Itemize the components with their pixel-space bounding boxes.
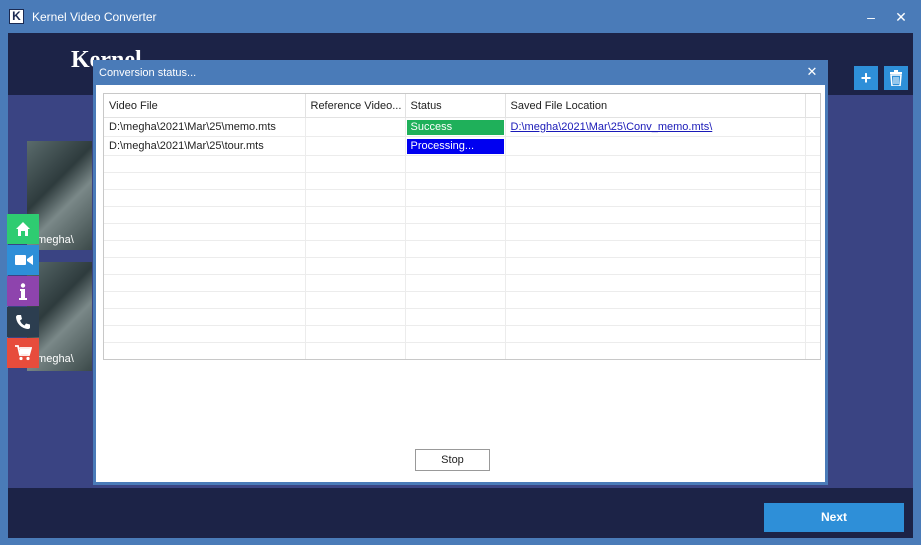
status-grid: Video File Reference Video... Status Sav… [103, 93, 821, 360]
column-header-filler [805, 94, 820, 118]
delete-file-button[interactable] [884, 66, 908, 90]
close-window-button[interactable]: ✕ [890, 6, 912, 28]
table-row[interactable]: D:\megha\2021\Mar\25\tour.mts Processing… [104, 136, 820, 156]
empty-row [104, 223, 820, 241]
empty-row [104, 360, 821, 361]
phone-icon [16, 315, 30, 329]
nav-home-button[interactable] [7, 214, 39, 244]
stop-button[interactable]: Stop [415, 449, 490, 471]
status-badge: Success [406, 119, 504, 135]
video-file-cell: D:\megha\2021\Mar\25\memo.mts [104, 117, 306, 137]
column-header[interactable]: Video File [104, 94, 306, 118]
side-nav [7, 214, 39, 369]
empty-row [104, 342, 820, 359]
nav-video-button[interactable] [7, 245, 39, 275]
footer-band: Next [8, 488, 913, 538]
nav-info-button[interactable] [7, 276, 39, 306]
video-file-cell: D:\megha\2021\Mar\25\tour.mts [104, 136, 306, 156]
status-badge: Processing... [406, 138, 504, 154]
app-window: K Kernel Video Converter – ✕ Kernel + D:… [0, 0, 921, 545]
saved-location-link[interactable]: D:\megha\2021\Mar\25\Conv_memo.mts\ [511, 121, 713, 133]
column-header[interactable]: Reference Video... [305, 94, 406, 118]
column-header[interactable]: Saved File Location [505, 94, 806, 118]
status-cell: Processing... [405, 136, 506, 156]
empty-row [104, 155, 820, 173]
dialog-close-button[interactable]: ✕ [804, 63, 820, 81]
status-cell: Success [405, 117, 506, 137]
minimize-button[interactable]: – [860, 6, 882, 28]
dialog-title: Conversion status... [99, 67, 197, 79]
nav-contact-button[interactable] [7, 307, 39, 337]
empty-row [104, 274, 820, 292]
empty-row [104, 172, 820, 190]
conversion-status-dialog: Conversion status... ✕ Video File Refere… [93, 60, 828, 485]
window-title: Kernel Video Converter [32, 10, 157, 24]
empty-row [104, 308, 820, 326]
filler-cell [805, 117, 820, 137]
filler-cell [805, 136, 820, 156]
reference-video-cell [305, 136, 406, 156]
video-camera-icon [15, 255, 33, 265]
saved-location-cell [505, 136, 806, 156]
empty-row [104, 257, 820, 275]
home-icon [16, 222, 30, 236]
table-row[interactable]: D:\megha\2021\Mar\25\memo.mts Success D:… [104, 117, 820, 137]
saved-location-cell: D:\megha\2021\Mar\25\Conv_memo.mts\ [505, 117, 806, 137]
status-table: Video File Reference Video... Status Sav… [104, 94, 821, 361]
app-logo-icon: K [9, 9, 24, 24]
title-bar: K Kernel Video Converter – ✕ [0, 0, 921, 33]
next-button[interactable]: Next [764, 503, 904, 532]
empty-row [104, 206, 820, 224]
cart-icon [15, 345, 32, 361]
add-file-button[interactable]: + [854, 66, 878, 90]
empty-row [104, 189, 820, 207]
trash-icon [890, 70, 902, 87]
column-header[interactable]: Status [405, 94, 506, 118]
empty-row [104, 240, 820, 258]
table-header-row: Video File Reference Video... Status Sav… [104, 94, 820, 118]
empty-row [104, 291, 820, 309]
info-icon [19, 283, 27, 300]
nav-buy-button[interactable] [7, 338, 39, 368]
reference-video-cell [305, 117, 406, 137]
dialog-body: Video File Reference Video... Status Sav… [96, 85, 825, 482]
empty-row [104, 325, 820, 343]
